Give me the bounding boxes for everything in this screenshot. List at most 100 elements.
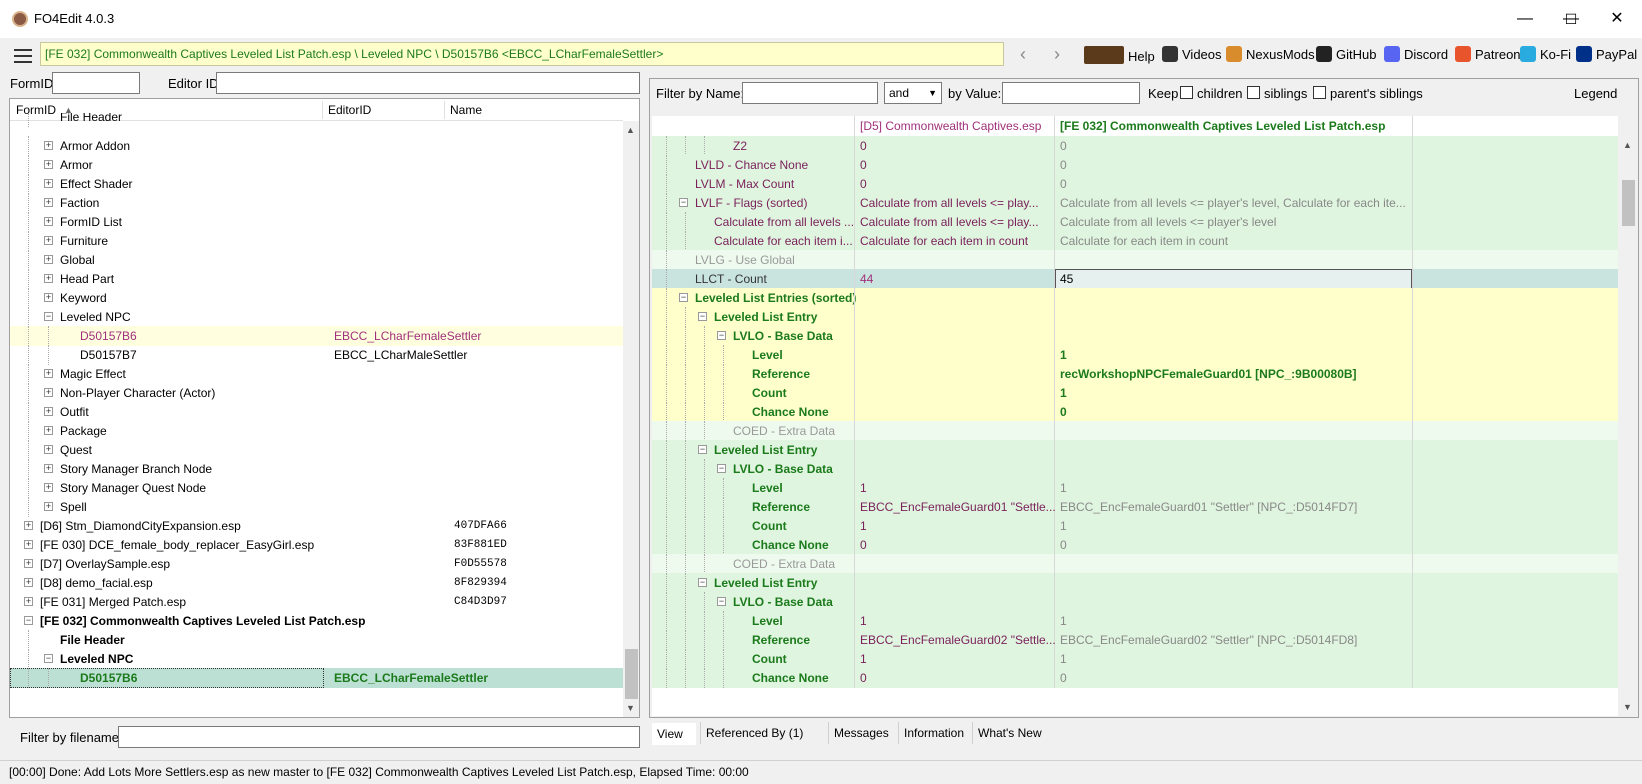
tree-row[interactable]: + Head Part: [10, 269, 623, 289]
tree-row[interactable]: − Leveled NPC: [10, 307, 623, 327]
master-value[interactable]: 0: [860, 535, 1056, 555]
patch-value[interactable]: 1: [1060, 611, 1460, 631]
tree-row[interactable]: + FormID List: [10, 212, 623, 232]
grid-row[interactable]: − Leveled List Entry: [652, 440, 1618, 460]
tree-row[interactable]: + Outfit: [10, 402, 623, 422]
column-master-file[interactable]: [D5] Commonwealth Captives.esp: [860, 116, 1056, 136]
grid-row[interactable]: Calculate for each item i... Calculate fo…: [652, 231, 1618, 251]
parents-siblings-checkbox[interactable]: [1313, 86, 1326, 99]
grid-row[interactable]: Level 1 1: [652, 611, 1618, 631]
expand-icon[interactable]: +: [44, 369, 53, 378]
patch-value[interactable]: EBCC_EncFemaleGuard01 "Settler" [NPC_:D5…: [1060, 497, 1460, 517]
patch-value[interactable]: 0: [1060, 668, 1460, 688]
grid-row[interactable]: − LVLF - Flags (sorted) Calculate from all…: [652, 193, 1618, 213]
grid-row[interactable]: Calculate from all levels ... Calculate f…: [652, 212, 1618, 232]
tree-row[interactable]: + Armor: [10, 155, 623, 175]
grid-row[interactable]: Z2 0 0: [652, 136, 1618, 156]
collapse-icon[interactable]: −: [698, 312, 707, 321]
filter-operator-select[interactable]: and ▼: [884, 82, 942, 104]
grid-row[interactable]: COED - Extra Data: [652, 554, 1618, 574]
expand-icon[interactable]: +: [44, 464, 53, 473]
tree-row[interactable]: + Non-Player Character (Actor): [10, 383, 623, 403]
help-link[interactable]: Help: [1084, 46, 1155, 64]
collapse-icon[interactable]: −: [717, 597, 726, 606]
editorid-input[interactable]: [216, 72, 640, 94]
tree-row[interactable]: File Header: [10, 630, 623, 650]
videos-link[interactable]: Videos: [1162, 46, 1222, 64]
paypal-link[interactable]: PayPal: [1576, 46, 1637, 64]
grid-row[interactable]: COED - Extra Data: [652, 421, 1618, 441]
tree-row[interactable]: + [FE 031] Merged Patch.esp C84D3D97: [10, 592, 623, 612]
master-value[interactable]: EBCC_EncFemaleGuard01 "Settle...: [860, 497, 1056, 517]
tree-row[interactable]: + Story Manager Quest Node: [10, 478, 623, 498]
grid-row[interactable]: Reference recWorkshopNPCFemaleGuard01 [NP…: [652, 364, 1618, 384]
patch-value[interactable]: 1: [1060, 345, 1460, 365]
tree-row[interactable]: − Leveled NPC: [10, 649, 623, 669]
patch-value[interactable]: 0: [1060, 174, 1460, 194]
github-link[interactable]: GitHub: [1316, 46, 1376, 64]
master-value[interactable]: 0: [860, 136, 1056, 156]
tree-row[interactable]: File Header: [10, 113, 623, 127]
expand-icon[interactable]: +: [44, 445, 53, 454]
patch-value[interactable]: 0: [1060, 535, 1460, 555]
grid-row[interactable]: − Leveled List Entries (sorted): [652, 288, 1618, 308]
children-checkbox[interactable]: [1180, 86, 1193, 99]
tree-row[interactable]: + [D8] demo_facial.esp 8F829394: [10, 573, 623, 593]
master-value[interactable]: 0: [860, 174, 1056, 194]
maximize-button[interactable]: ☐: [1548, 0, 1594, 38]
tree-row[interactable]: + Furniture: [10, 231, 623, 251]
record-tree[interactable]: FormID ▲ EditorID Name File Header + Armor…: [9, 98, 640, 718]
grid-row[interactable]: − LVLO - Base Data: [652, 459, 1618, 479]
tree-row[interactable]: D50157B7 EBCC_LCharMaleSettler: [10, 345, 623, 365]
grid-row[interactable]: Count 1: [652, 383, 1618, 403]
record-grid[interactable]: [D5] Commonwealth Captives.esp [FE 032] …: [652, 116, 1618, 716]
master-value[interactable]: 0: [860, 668, 1056, 688]
tree-row[interactable]: + Global: [10, 250, 623, 270]
expand-icon[interactable]: +: [24, 559, 33, 568]
grid-row[interactable]: LVLD - Chance None 0 0: [652, 155, 1618, 175]
scroll-down-icon[interactable]: ▼: [626, 703, 635, 713]
patch-value[interactable]: EBCC_EncFemaleGuard02 "Settler" [NPC_:D5…: [1060, 630, 1460, 650]
collapse-icon[interactable]: −: [698, 578, 707, 587]
tree-row[interactable]: + [D6] Stm_DiamondCityExpansion.esp 407DFA…: [10, 516, 623, 536]
grid-row[interactable]: Count 1 1: [652, 516, 1618, 536]
patch-value[interactable]: 0: [1060, 155, 1460, 175]
menu-icon[interactable]: [14, 49, 32, 63]
collapse-icon[interactable]: −: [44, 312, 53, 321]
tree-scroll-thumb[interactable]: [625, 649, 638, 699]
grid-scroll-thumb[interactable]: [1622, 180, 1635, 226]
grid-row[interactable]: − Leveled List Entry: [652, 573, 1618, 593]
patch-value[interactable]: 1: [1060, 383, 1460, 403]
master-value[interactable]: Calculate from all levels <= play...: [860, 212, 1056, 232]
expand-icon[interactable]: +: [44, 426, 53, 435]
collapse-icon[interactable]: −: [44, 654, 53, 663]
grid-row[interactable]: Level 1: [652, 345, 1618, 365]
expand-icon[interactable]: +: [24, 521, 33, 530]
grid-scrollbar[interactable]: ▲ ▼: [1620, 136, 1637, 716]
expand-icon[interactable]: +: [44, 388, 53, 397]
grid-row[interactable]: − Leveled List Entry: [652, 307, 1618, 327]
expand-icon[interactable]: +: [44, 483, 53, 492]
patreon-link[interactable]: Patreon: [1455, 46, 1521, 64]
expand-icon[interactable]: +: [24, 578, 33, 587]
close-button[interactable]: ✕: [1594, 0, 1640, 38]
patch-value[interactable]: 1: [1060, 516, 1460, 536]
tree-row[interactable]: + Effect Shader: [10, 174, 623, 194]
grid-row[interactable]: Level 1 1: [652, 478, 1618, 498]
master-value[interactable]: Calculate for each item in count: [860, 231, 1056, 251]
expand-icon[interactable]: +: [24, 597, 33, 606]
collapse-icon[interactable]: −: [679, 198, 688, 207]
expand-icon[interactable]: +: [44, 502, 53, 511]
master-value[interactable]: Calculate from all levels <= play...: [860, 193, 1056, 213]
minimize-button[interactable]: —: [1502, 0, 1548, 38]
master-value[interactable]: 1: [860, 649, 1056, 669]
grid-row[interactable]: Chance None 0 0: [652, 668, 1618, 688]
expand-icon[interactable]: +: [44, 255, 53, 264]
expand-icon[interactable]: +: [44, 179, 53, 188]
collapse-icon[interactable]: −: [24, 616, 33, 625]
expand-icon[interactable]: +: [44, 293, 53, 302]
tab-what-s-new[interactable]: What's New: [972, 722, 1046, 744]
tree-row[interactable]: + Faction: [10, 193, 623, 213]
patch-value[interactable]: recWorkshopNPCFemaleGuard01 [NPC_:9B0008…: [1060, 364, 1460, 384]
patch-value[interactable]: Calculate from all levels <= player's le…: [1060, 212, 1460, 232]
